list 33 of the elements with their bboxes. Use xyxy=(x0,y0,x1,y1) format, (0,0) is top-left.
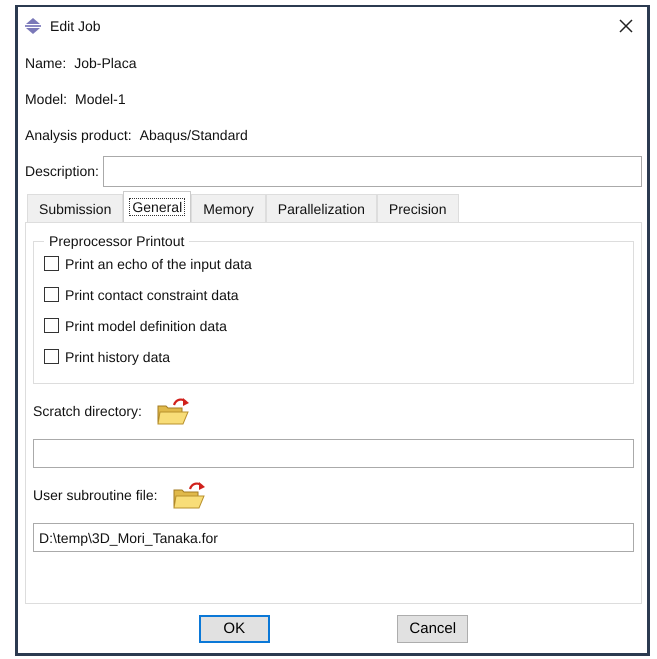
tab[interactable]: Memory xyxy=(191,194,266,222)
field-label: Description: xyxy=(25,163,99,179)
checkbox[interactable] xyxy=(44,256,59,271)
open-folder-icon[interactable] xyxy=(156,396,190,426)
group-title: Preprocessor Printout xyxy=(44,233,190,249)
ok-button[interactable]: OK xyxy=(198,614,270,642)
tab[interactable]: General xyxy=(123,191,192,222)
window-title: Edit Job xyxy=(50,18,102,34)
subroutine-file-field[interactable]: D:\temp\3D_Mori_Tanaka.for xyxy=(33,523,634,552)
open-folder-icon[interactable] xyxy=(172,480,206,510)
tab[interactable]: Submission xyxy=(27,194,124,222)
description-field[interactable] xyxy=(102,156,642,186)
field-label: Name: xyxy=(25,55,66,71)
tab[interactable]: Parallelization xyxy=(266,194,377,222)
checkbox-label: Print an echo of the input data xyxy=(65,256,252,272)
checkbox[interactable] xyxy=(44,349,59,364)
app-icon xyxy=(24,18,42,34)
field-label: User subroutine file: xyxy=(33,487,158,503)
checkbox[interactable] xyxy=(44,318,59,333)
close-icon[interactable] xyxy=(619,19,633,33)
tab[interactable]: Precision xyxy=(376,194,459,222)
field-value: Job-Placa xyxy=(74,55,136,71)
field-label: Analysis product: xyxy=(25,127,132,143)
checkbox[interactable] xyxy=(44,287,59,302)
field-value: Abaqus/Standard xyxy=(140,127,248,143)
scratch-directory-field[interactable] xyxy=(33,439,634,468)
cancel-button[interactable]: Cancel xyxy=(397,614,468,642)
field-label: Model: xyxy=(25,91,68,107)
checkbox-label: Print contact constraint data xyxy=(65,286,239,302)
checkbox-label: Print history data xyxy=(65,348,170,364)
field-value: Model-1 xyxy=(75,91,126,107)
checkbox-label: Print model definition data xyxy=(65,318,227,334)
field-label: Scratch directory: xyxy=(33,403,142,419)
